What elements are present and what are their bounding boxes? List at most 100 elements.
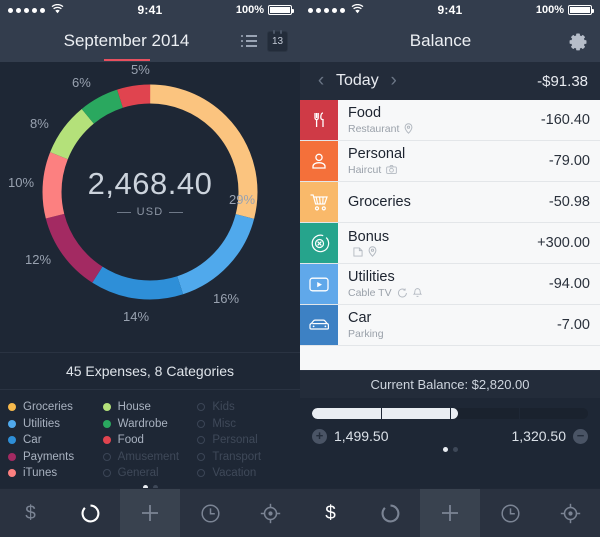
target-icon	[260, 503, 280, 523]
budget-expense-value: 1,320.50	[511, 428, 567, 444]
legend-label: Vacation	[212, 467, 257, 480]
list-item[interactable]: Kids	[197, 399, 292, 416]
right-navbar: Balance	[300, 20, 600, 62]
legend-dot-icon	[102, 419, 111, 428]
list-item[interactable]: Personal	[197, 432, 292, 449]
list-item[interactable]: General	[102, 465, 198, 482]
page-dot	[452, 447, 458, 452]
battery-icon	[268, 5, 294, 15]
legend-dot-icon	[102, 403, 111, 412]
legend-dot-icon	[197, 419, 206, 428]
legend-label: Personal	[212, 434, 258, 447]
subtitle-text: Parking	[348, 327, 384, 340]
list-item[interactable]: Transport	[197, 449, 292, 466]
legend-label: Utilities	[23, 417, 61, 430]
list-item[interactable]: Car	[8, 432, 103, 449]
budget-income-value: 1,499.50	[334, 428, 389, 444]
dollar-icon: $	[25, 503, 36, 524]
svg-text:$: $	[325, 503, 336, 524]
tab-add-transaction[interactable]	[420, 489, 480, 537]
list-item[interactable]: iTunes	[8, 465, 103, 482]
budget-progress-bar[interactable]	[312, 408, 588, 419]
list-item[interactable]: Groceries	[8, 399, 103, 416]
transaction-title: Food	[348, 105, 382, 122]
legend-label: General	[117, 467, 159, 480]
minus-circle-icon[interactable]: −	[573, 428, 588, 444]
list-item[interactable]: Misc	[197, 416, 292, 433]
table-row[interactable]: Utilities Cable TV -94.00	[300, 264, 600, 305]
tab-reports[interactable]	[60, 489, 120, 537]
right-nav-actions	[569, 32, 588, 51]
list-item[interactable]: Food	[102, 432, 198, 449]
expenses-summary: 45 Expenses, 8 Categories	[0, 352, 300, 390]
cutlery-icon	[300, 100, 338, 140]
left-pane: 9:41 100% September 2014 13 2,468.40 USD…	[0, 0, 300, 537]
list-item[interactable]: Wardrobe	[102, 416, 198, 433]
legend-column-1: Groceries Utilities Car Payments iTunes	[8, 399, 103, 482]
page-dot	[442, 447, 448, 452]
slice-label-12: 12%	[25, 252, 52, 267]
calendar-icon[interactable]: 13	[267, 29, 288, 52]
legend-column-3: Kids Misc Personal Transport Vacation	[197, 399, 292, 482]
table-row[interactable]: Personal Haircut -79.00	[300, 141, 600, 182]
legend-column-2: House Wardrobe Food Amusement General	[102, 399, 198, 482]
table-row[interactable]: Bonus +300.00	[300, 223, 600, 264]
list-item[interactable]: Vacation	[197, 465, 292, 482]
list-item[interactable]: Utilities	[8, 416, 103, 433]
tab-reports[interactable]	[360, 489, 420, 537]
table-row[interactable]: Car Parking -7.00	[300, 305, 600, 346]
list-item[interactable]: Amusement	[102, 449, 198, 466]
chevron-left-icon[interactable]: ‹	[312, 70, 330, 92]
transaction-title: Groceries	[348, 193, 411, 210]
left-nav-actions: 13	[241, 29, 288, 52]
legend-dot-icon	[197, 469, 206, 478]
page-title: September 2014	[12, 31, 241, 61]
tab-add-transaction[interactable]	[120, 489, 180, 537]
tab-budget[interactable]	[240, 489, 300, 537]
table-row[interactable]: Groceries -50.98	[300, 182, 600, 223]
list-icon[interactable]	[241, 35, 257, 47]
gear-icon[interactable]	[569, 32, 588, 51]
page-indicator-right[interactable]	[312, 447, 588, 452]
location-pin-icon	[368, 246, 377, 258]
table-row[interactable]: Food Restaurant -160.40	[300, 100, 600, 141]
battery-percent: 100%	[235, 4, 264, 16]
slice-label-29: 29%	[229, 192, 256, 207]
app-screen: 9:41 100% September 2014 13 2,468.40 USD…	[0, 0, 600, 537]
tab-budget[interactable]	[540, 489, 600, 537]
location-pin-icon	[404, 123, 413, 135]
subtitle-text: Restaurant	[348, 122, 400, 135]
legend-label: Food	[117, 434, 144, 447]
current-date: Today	[336, 72, 379, 89]
chevron-right-icon[interactable]: ›	[385, 70, 403, 92]
plus-icon	[142, 505, 158, 521]
right-pane: 9:41 100% Balance ‹ Today › -$91.38 Food…	[300, 0, 600, 537]
wifi-icon	[51, 3, 64, 17]
gift-icon	[300, 223, 338, 263]
legend-label: Payments	[23, 450, 75, 463]
status-time: 9:41	[437, 3, 463, 17]
slice-label-14: 14%	[123, 309, 150, 324]
repeat-icon	[397, 288, 407, 298]
title-underline	[103, 59, 150, 61]
list-item[interactable]: House	[102, 399, 198, 416]
day-total: -$91.38	[537, 72, 588, 90]
transaction-list: Food Restaurant -160.40 Personal Haircut…	[300, 100, 600, 370]
transaction-subtitle	[348, 246, 537, 258]
legend-dot-icon	[197, 436, 206, 445]
legend-label: Amusement	[117, 450, 180, 463]
tab-accounts[interactable]: $	[300, 489, 360, 537]
tab-history[interactable]	[180, 489, 240, 537]
subtitle-text: Cable TV	[348, 286, 392, 299]
bell-icon	[412, 288, 422, 298]
plus-circle-icon[interactable]: +	[312, 428, 327, 444]
progress-fill	[312, 408, 459, 419]
transaction-amount: -160.40	[540, 112, 590, 128]
legend-dot-icon	[197, 403, 206, 412]
list-item[interactable]: Payments	[8, 449, 103, 466]
tab-accounts[interactable]: $	[0, 489, 60, 537]
budget-section: + 1,499.50 1,320.50 −	[300, 398, 600, 452]
current-balance: Current Balance: $2,820.00	[300, 370, 600, 398]
tab-history[interactable]	[480, 489, 540, 537]
empty-row	[300, 346, 600, 370]
